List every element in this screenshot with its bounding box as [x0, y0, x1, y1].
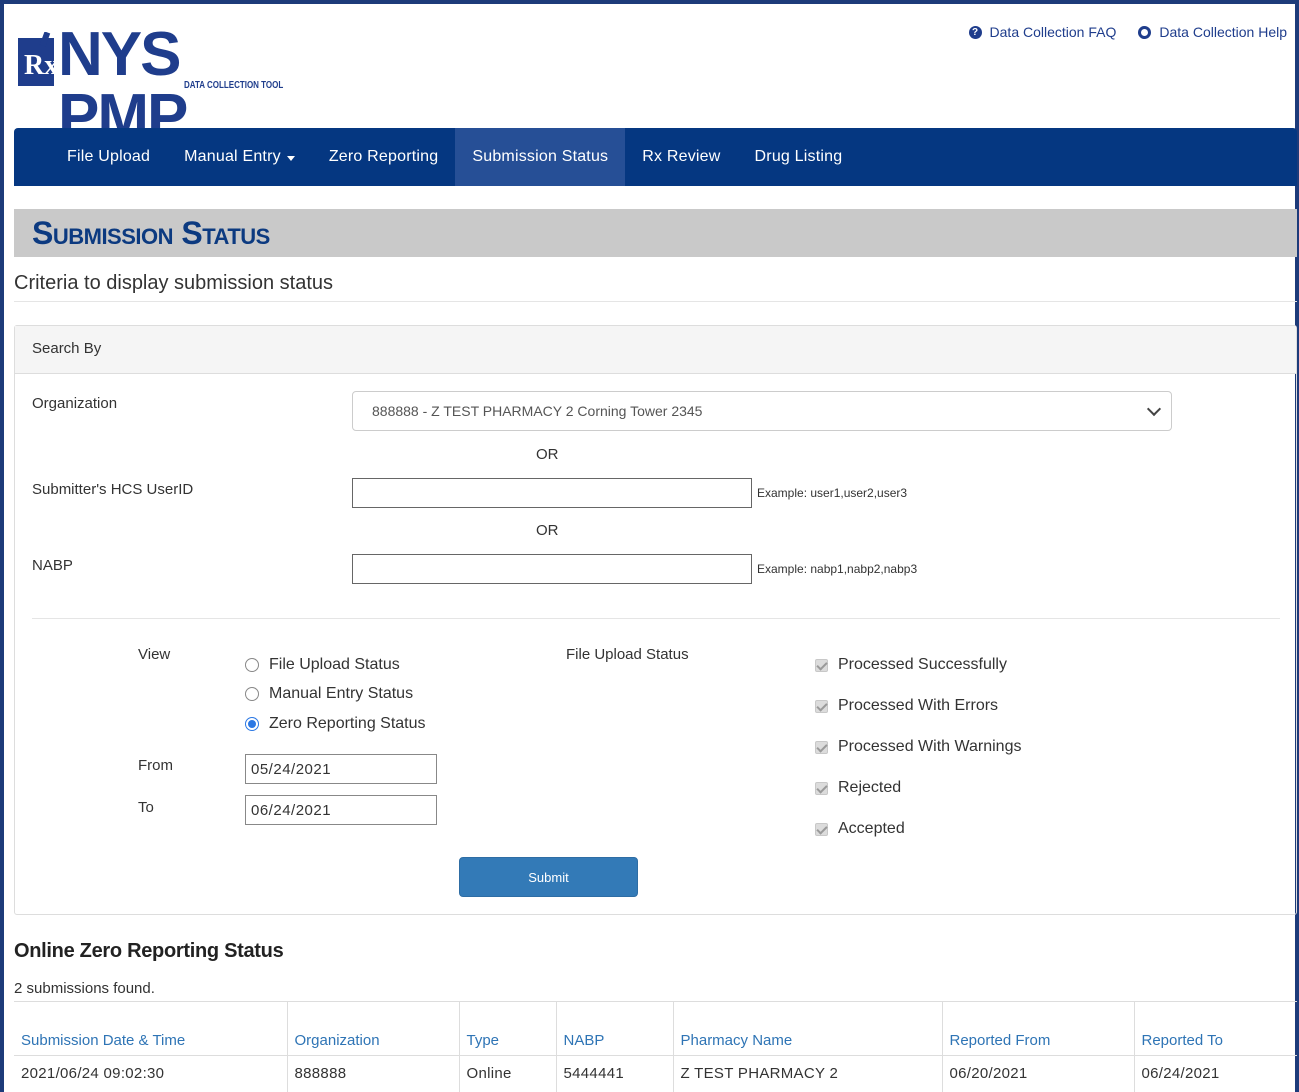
radio-label: File Upload Status — [269, 656, 400, 673]
nav-rx-review-label: Rx Review — [642, 148, 721, 165]
nav-submission-status-label: Submission Status — [472, 148, 609, 165]
view-label: View — [138, 646, 171, 663]
checkbox-label: Processed Successfully — [838, 656, 1007, 673]
results-table: Submission Date & Time Organization Type… — [14, 1001, 1297, 1092]
organization-select-value: 888888 - Z TEST PHARMACY 2 Corning Tower… — [372, 403, 703, 419]
cell-organization: 888888 — [286, 1055, 459, 1092]
from-date-input[interactable]: 05/24/2021 — [245, 754, 437, 784]
checkbox[interactable] — [815, 740, 828, 754]
question-icon: ? — [968, 25, 982, 39]
checkbox-label: Accepted — [838, 820, 905, 837]
nys-pmp-logo[interactable]: Rx NYS PMP DATA COLLECTION TOOL — [14, 10, 314, 148]
radio-button[interactable] — [245, 687, 259, 701]
nav-rx-review[interactable]: Rx Review — [625, 128, 737, 186]
organization-label: Organization — [32, 395, 118, 412]
results-title: Online Zero Reporting Status — [14, 940, 284, 962]
nav-zero-reporting[interactable]: Zero Reporting — [312, 128, 456, 186]
checkbox-label: Processed With Errors — [838, 697, 999, 714]
nabp-input[interactable] — [352, 554, 752, 584]
submit-button[interactable]: Submit — [459, 857, 638, 897]
nav-manual-entry[interactable]: Manual Entry — [167, 128, 312, 186]
checkbox-processed-successfully[interactable]: Processed Successfully — [815, 656, 1007, 674]
nabp-label: NABP — [32, 557, 73, 574]
radio-label: Zero Reporting Status — [269, 715, 426, 732]
nav-manual-entry-label: Manual Entry — [184, 148, 281, 165]
cell-reported-from: 06/20/2021 — [941, 1055, 1134, 1092]
logo-rx-text: Rx — [24, 50, 56, 81]
search-by-heading: Search By — [15, 326, 1296, 374]
caret-down-icon — [286, 155, 295, 161]
file-upload-status-label: File Upload Status — [566, 646, 689, 663]
checkbox-rejected[interactable]: Rejected — [815, 779, 901, 797]
col-reported-from[interactable]: Reported From — [941, 1001, 1134, 1056]
radio-button[interactable] — [245, 658, 259, 672]
userid-hint: Example: user1,user2,user3 — [757, 486, 908, 500]
page-title: Submission Status — [32, 215, 270, 251]
checkbox-processed-with-errors[interactable]: Processed With Errors — [815, 697, 998, 715]
col-reported-to[interactable]: Reported To — [1133, 1001, 1297, 1056]
nav-zero-reporting-label: Zero Reporting — [328, 148, 439, 165]
userid-label: Submitter's HCS UserID — [32, 481, 194, 498]
checkbox[interactable] — [815, 658, 828, 672]
col-organization[interactable]: Organization — [286, 1001, 459, 1056]
checkbox[interactable] — [815, 781, 828, 795]
title-band: Submission Status — [14, 209, 1297, 257]
rx-icon: Rx — [18, 32, 56, 86]
checkbox-label: Processed With Warnings — [838, 738, 1022, 755]
checkbox[interactable] — [815, 822, 828, 836]
divider — [14, 301, 1297, 302]
checkbox[interactable] — [815, 699, 828, 713]
cell-submission-date: 2021/06/24 09:02:30 — [14, 1055, 287, 1092]
nav-drug-listing-label: Drug Listing — [754, 148, 843, 165]
from-label: From — [138, 757, 173, 774]
checkbox-processed-with-warnings[interactable]: Processed With Warnings — [815, 738, 1021, 756]
to-date-input[interactable]: 06/24/2021 — [245, 795, 437, 825]
radio-file-upload-status[interactable]: File Upload Status — [245, 656, 400, 674]
help-link-label: Data Collection Help — [1159, 24, 1287, 40]
cell-type: Online — [458, 1055, 556, 1092]
or-separator-1: OR — [536, 446, 559, 463]
cell-reported-to: 06/24/2021 — [1133, 1055, 1297, 1092]
col-type[interactable]: Type — [458, 1001, 556, 1056]
criteria-text: Criteria to display submission status — [14, 272, 334, 294]
checkbox-accepted[interactable]: Accepted — [815, 820, 905, 838]
logo-subtitle: DATA COLLECTION TOOL — [184, 80, 284, 91]
faq-link-label: Data Collection FAQ — [989, 24, 1117, 40]
table-row[interactable]: 2021/06/24 09:02:30 888888 Online 544444… — [14, 1055, 1297, 1092]
nav-file-upload-label: File Upload — [67, 148, 151, 165]
radio-manual-entry-status[interactable]: Manual Entry Status — [245, 685, 413, 703]
results-count: 2 submissions found. — [14, 980, 155, 997]
chevron-down-icon — [1146, 401, 1162, 417]
nav-drug-listing[interactable]: Drug Listing — [738, 128, 860, 186]
cell-pharmacy-name: Z TEST PHARMACY 2 — [672, 1055, 942, 1092]
nav-submission-status[interactable]: Submission Status — [455, 128, 626, 186]
radio-zero-reporting-status[interactable]: Zero Reporting Status — [245, 715, 426, 733]
col-nabp[interactable]: NABP — [555, 1001, 673, 1056]
main-nav: File Upload Manual Entry Zero Reporting … — [14, 128, 1297, 186]
nabp-hint: Example: nabp1,nabp2,nabp3 — [757, 562, 918, 576]
search-panel: Search By Organization 888888 - Z TEST P… — [14, 325, 1297, 915]
to-label: To — [138, 799, 154, 816]
faq-link[interactable]: ? Data Collection FAQ — [968, 24, 1117, 40]
help-link[interactable]: Data Collection Help — [1138, 24, 1287, 40]
radio-label: Manual Entry Status — [269, 685, 414, 702]
top-links: ? Data Collection FAQ Data Collection He… — [968, 24, 1287, 40]
col-pharmacy-name[interactable]: Pharmacy Name — [672, 1001, 942, 1056]
or-separator-2: OR — [536, 522, 559, 539]
userid-input[interactable] — [352, 478, 752, 508]
lifebuoy-icon — [1138, 25, 1152, 39]
nav-file-upload[interactable]: File Upload — [50, 128, 167, 186]
radio-button-selected[interactable] — [245, 717, 259, 731]
table-header-row: Submission Date & Time Organization Type… — [14, 1001, 1297, 1056]
checkbox-label: Rejected — [838, 779, 902, 796]
cell-nabp: 5444441 — [555, 1055, 673, 1092]
col-submission-date[interactable]: Submission Date & Time — [14, 1001, 287, 1056]
divider — [32, 618, 1280, 619]
organization-select[interactable]: 888888 - Z TEST PHARMACY 2 Corning Tower… — [352, 391, 1172, 431]
